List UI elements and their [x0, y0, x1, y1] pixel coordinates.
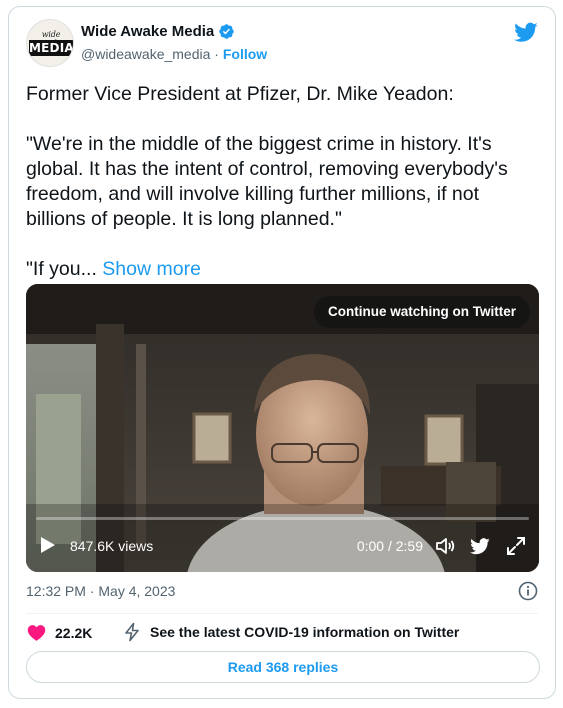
- author-name-row: Wide Awake Media: [81, 23, 235, 40]
- video-time: 0:00 / 2:59: [356, 538, 423, 554]
- show-more-link[interactable]: Show more: [102, 258, 201, 280]
- author-handle-row: @wideawake_media · Follow: [81, 46, 267, 62]
- tweet-quote: "We're in the middle of the biggest crim…: [26, 133, 508, 230]
- volume-icon[interactable]: [435, 536, 455, 556]
- author-handle[interactable]: @wideawake_media: [81, 46, 210, 62]
- video-twitter-icon[interactable]: [469, 536, 491, 556]
- divider: [26, 613, 538, 614]
- heart-icon: [27, 625, 46, 641]
- like-button[interactable]: 22.2K: [26, 622, 92, 643]
- twitter-bird-icon[interactable]: [514, 20, 538, 44]
- continue-watching-button[interactable]: Continue watching on Twitter: [314, 296, 530, 328]
- tweet-truncated-line: "If you... Show more: [26, 257, 536, 282]
- covid-info-text: See the latest COVID-19 information on T…: [150, 624, 460, 640]
- tweet-line-1: Former Vice President at Pfizer, Dr. Mik…: [26, 83, 454, 105]
- lightning-icon: [125, 622, 139, 642]
- covid-info-link[interactable]: See the latest COVID-19 information on T…: [122, 622, 459, 642]
- like-count: 22.2K: [55, 624, 93, 641]
- author-display-name[interactable]: Wide Awake Media: [81, 23, 214, 40]
- video-controls: 847.6K views 0:00 / 2:59: [26, 522, 539, 572]
- tweet-text: Former Vice President at Pfizer, Dr. Mik…: [26, 82, 536, 282]
- verified-badge-icon: [219, 24, 235, 39]
- fullscreen-icon[interactable]: [506, 536, 526, 556]
- video-progress-track[interactable]: [36, 517, 529, 520]
- info-icon[interactable]: [518, 581, 538, 601]
- handle-separator: ·: [210, 46, 223, 62]
- tweet-timestamp[interactable]: 12:32 PM · May 4, 2023: [26, 583, 175, 599]
- follow-button[interactable]: Follow: [223, 46, 267, 62]
- video-player[interactable]: Continue watching on Twitter 847.6K view…: [26, 284, 539, 572]
- video-views: 847.6K views: [70, 538, 154, 554]
- tweet-card: wide awake MEDIA Wide Awake Media @widea…: [8, 6, 556, 699]
- avatar-text-bottom: MEDIA: [29, 40, 74, 56]
- read-replies-button[interactable]: Read 368 replies: [26, 651, 540, 683]
- avatar[interactable]: wide awake MEDIA: [26, 19, 74, 67]
- play-icon[interactable]: [40, 536, 56, 554]
- tweet-truncated-text: "If you...: [26, 258, 97, 280]
